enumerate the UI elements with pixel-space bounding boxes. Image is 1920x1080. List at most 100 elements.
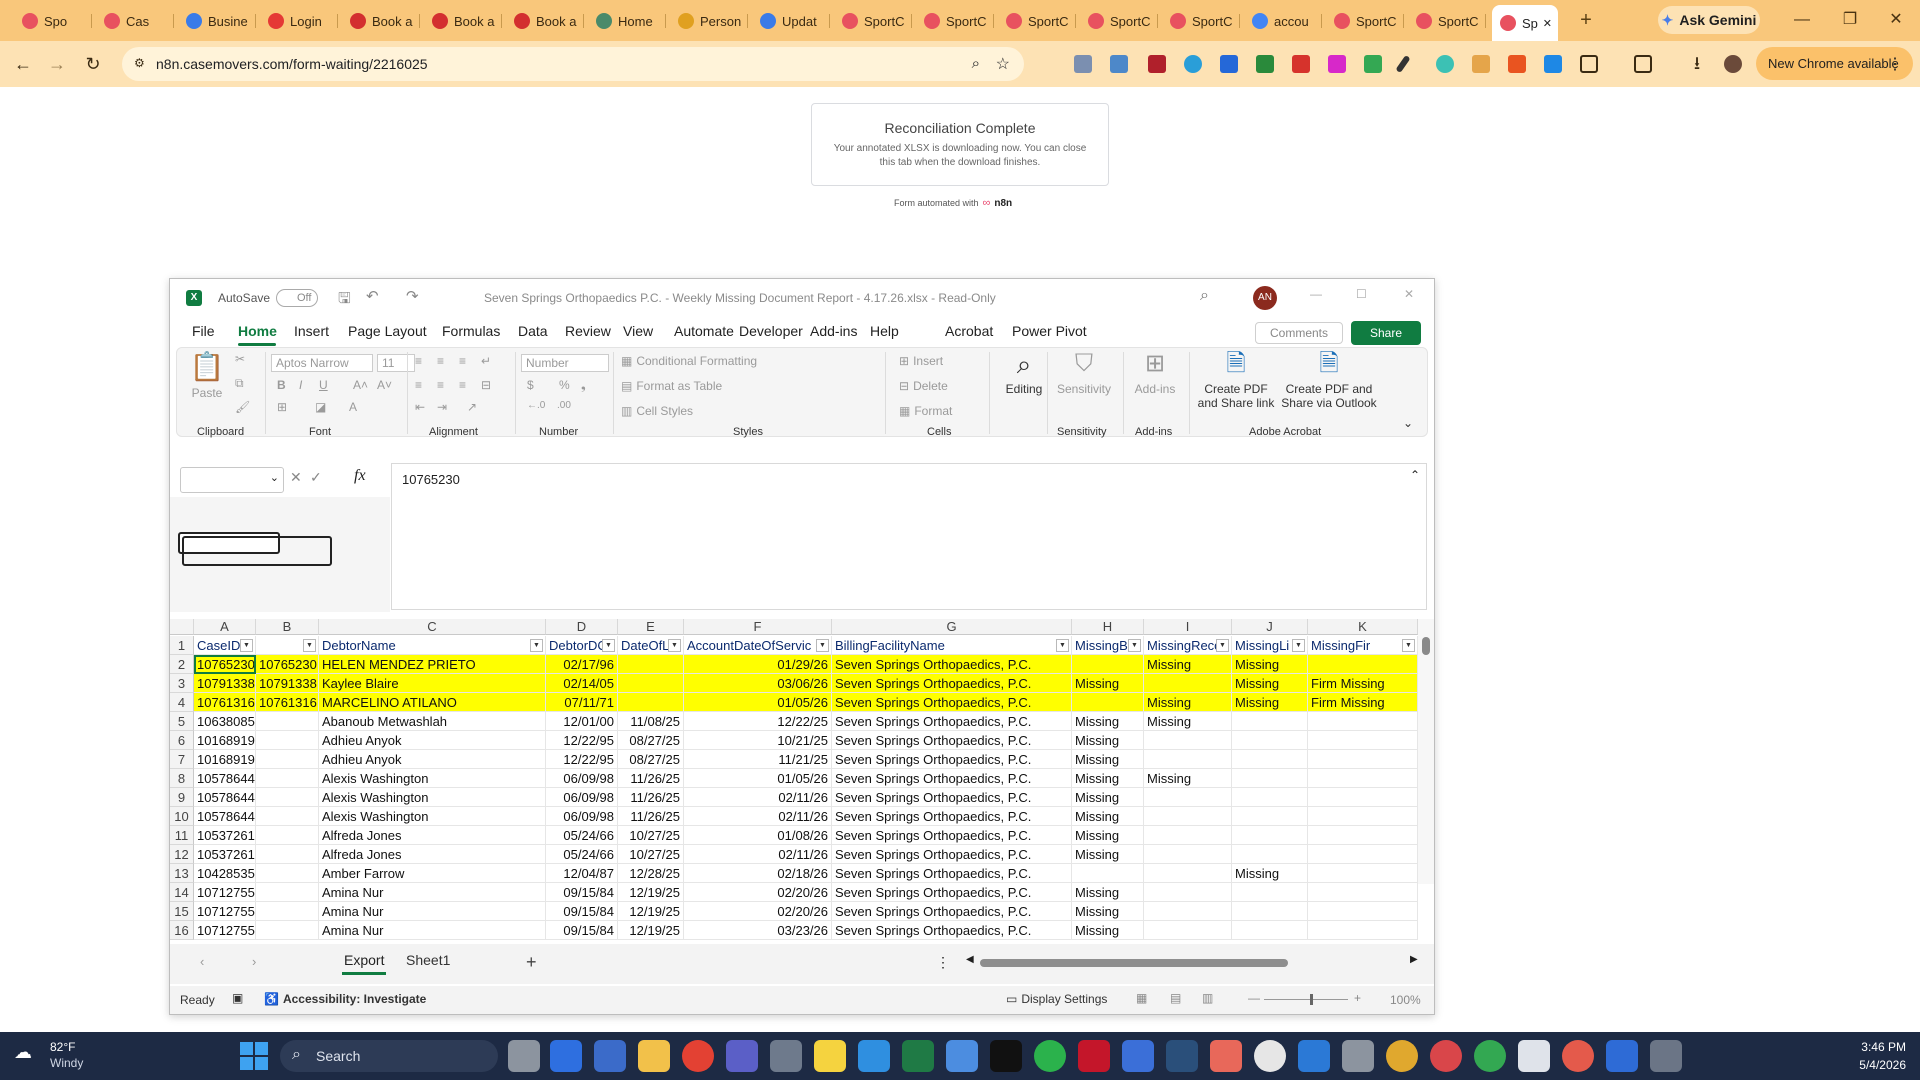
zoom-slider[interactable] xyxy=(1264,999,1348,1000)
table-cell[interactable]: 01/05/26 xyxy=(684,769,832,788)
table-cell[interactable]: 09/15/84 xyxy=(546,902,618,921)
table-cell[interactable]: Missing xyxy=(1072,712,1144,731)
table-cell[interactable]: Seven Springs Orthopaedics, P.C. xyxy=(832,845,1072,864)
row-header[interactable]: 1 xyxy=(170,636,194,655)
outlook-new-icon[interactable] xyxy=(1606,1040,1638,1072)
column-header[interactable]: J xyxy=(1232,619,1308,635)
font-size-select[interactable]: 11 xyxy=(377,354,415,372)
table-cell[interactable]: 01/29/26 xyxy=(684,655,832,674)
table-cell[interactable]: 10537261 xyxy=(194,845,256,864)
browser-tab[interactable]: SportC xyxy=(1326,7,1404,35)
browser-tab[interactable]: Person xyxy=(670,7,748,35)
align-bottom-icon[interactable]: ≡ xyxy=(459,354,466,368)
browser-tab[interactable]: Busine xyxy=(178,7,256,35)
table-cell[interactable]: Amina Nur xyxy=(319,902,546,921)
paste-button[interactable]: 📋 Paste xyxy=(187,352,227,401)
row-header[interactable]: 3 xyxy=(170,674,194,693)
header-cell[interactable]: CaseID ▼ xyxy=(194,636,256,655)
table-cell[interactable]: 01/08/26 xyxy=(684,826,832,845)
header-cell[interactable]: DebtorName ▼ xyxy=(319,636,546,655)
ribbon-tab-home[interactable]: Home xyxy=(238,323,277,339)
restore-window-button[interactable]: ❐ xyxy=(1830,6,1870,34)
table-cell[interactable]: 10791338 xyxy=(194,674,256,693)
currency-icon[interactable]: $ xyxy=(527,378,534,392)
more-menu-icon[interactable]: ⋮ xyxy=(1887,54,1903,74)
share-button[interactable]: Share xyxy=(1351,321,1421,345)
table-cell[interactable]: Missing xyxy=(1144,769,1232,788)
tab-search-icon[interactable] xyxy=(1634,55,1652,73)
table-cell[interactable]: 10761316 xyxy=(194,693,256,712)
extension-icon[interactable] xyxy=(1074,55,1092,73)
table-cell[interactable] xyxy=(256,807,319,826)
app-icon[interactable] xyxy=(1254,1040,1286,1072)
worksheet-grid[interactable]: A B C D E F G H I J K 1 CaseID ▼ ▼ DebtorName ▼ DebtorDC ▼… xyxy=(170,619,1418,940)
table-cell[interactable] xyxy=(1144,788,1232,807)
table-cell[interactable]: 10712755 xyxy=(194,921,256,940)
browser-tab[interactable]: Book a xyxy=(506,7,584,35)
table-cell[interactable] xyxy=(1144,883,1232,902)
minimize-window-button[interactable]: — xyxy=(1782,6,1822,34)
table-cell[interactable] xyxy=(256,731,319,750)
row-header[interactable]: 8 xyxy=(170,769,194,788)
row-header[interactable]: 7 xyxy=(170,750,194,769)
acrobat-icon[interactable] xyxy=(1078,1040,1110,1072)
app-icon[interactable] xyxy=(990,1040,1022,1072)
filter-dropdown-icon[interactable]: ▼ xyxy=(1402,639,1415,652)
table-cell[interactable] xyxy=(1232,902,1308,921)
browser-tab[interactable]: Login xyxy=(260,7,338,35)
forward-button[interactable]: → xyxy=(44,51,70,77)
zoom-in-icon[interactable]: + xyxy=(1354,991,1361,1005)
chrome-profile-icon[interactable] xyxy=(1386,1040,1418,1072)
table-cell[interactable]: HELEN MENDEZ PRIETO xyxy=(319,655,546,674)
table-cell[interactable]: Missing xyxy=(1232,655,1308,674)
ribbon-tab-automate[interactable]: Automate xyxy=(674,323,734,339)
extension-icon[interactable] xyxy=(1184,55,1202,73)
table-cell[interactable] xyxy=(1308,712,1418,731)
table-cell[interactable] xyxy=(1144,845,1232,864)
hourglass-extension-icon[interactable] xyxy=(1472,55,1490,73)
header-cell[interactable]: MissingFir ▼ xyxy=(1308,636,1418,655)
extensions-puzzle-icon[interactable] xyxy=(1580,55,1598,73)
redo-icon[interactable]: ↷ xyxy=(406,287,419,305)
table-cell[interactable]: 07/11/71 xyxy=(546,693,618,712)
table-cell[interactable]: 10168919 xyxy=(194,731,256,750)
table-cell[interactable]: Firm Missing xyxy=(1308,674,1418,693)
row-header[interactable]: 15 xyxy=(170,902,194,921)
ribbon-tab-data[interactable]: Data xyxy=(518,323,548,339)
filter-dropdown-icon[interactable]: ▼ xyxy=(816,639,829,652)
table-cell[interactable]: 10578644 xyxy=(194,769,256,788)
comma-style-icon[interactable]: ❟ xyxy=(581,378,586,393)
table-cell[interactable]: 10791338 xyxy=(256,674,319,693)
table-cell[interactable]: 09/15/84 xyxy=(546,921,618,940)
start-button[interactable] xyxy=(240,1042,268,1070)
table-cell[interactable] xyxy=(256,845,319,864)
table-cell[interactable]: Missing xyxy=(1072,826,1144,845)
table-cell[interactable] xyxy=(256,921,319,940)
table-cell[interactable]: Seven Springs Orthopaedics, P.C. xyxy=(832,826,1072,845)
increase-decimal-icon[interactable]: ←.0 xyxy=(527,400,545,411)
weather-temp[interactable]: 82°F xyxy=(50,1040,75,1054)
browser-tab[interactable]: Sp ✕ xyxy=(1492,5,1558,41)
align-center-icon[interactable]: ≡ xyxy=(437,378,444,392)
table-cell[interactable]: 05/24/66 xyxy=(546,826,618,845)
row-header[interactable]: 5 xyxy=(170,712,194,731)
shrink-font-icon[interactable]: A˅ xyxy=(377,378,392,392)
table-cell[interactable] xyxy=(1232,921,1308,940)
table-cell[interactable]: Seven Springs Orthopaedics, P.C. xyxy=(832,655,1072,674)
vertical-scroll-thumb[interactable] xyxy=(1422,637,1430,655)
table-cell[interactable]: 08/27/25 xyxy=(618,731,684,750)
table-cell[interactable]: Seven Springs Orthopaedics, P.C. xyxy=(832,693,1072,712)
chrome-profile-icon[interactable] xyxy=(1474,1040,1506,1072)
copy-icon[interactable]: ⧉ xyxy=(235,376,244,391)
browser-tab[interactable]: Home xyxy=(588,7,666,35)
table-cell[interactable] xyxy=(618,655,684,674)
table-cell[interactable]: 02/17/96 xyxy=(546,655,618,674)
ribbon-tab-add-ins[interactable]: Add-ins xyxy=(810,323,857,339)
table-cell[interactable]: Missing xyxy=(1072,769,1144,788)
add-ins-button[interactable]: ⊞ Add-ins xyxy=(1131,350,1179,396)
chrome-icon[interactable] xyxy=(682,1040,714,1072)
ribbon-tab-file[interactable]: File xyxy=(192,323,215,339)
maximize-button[interactable]: ☐ xyxy=(1356,287,1367,301)
table-cell[interactable] xyxy=(1144,750,1232,769)
table-cell[interactable]: Missing xyxy=(1072,674,1144,693)
